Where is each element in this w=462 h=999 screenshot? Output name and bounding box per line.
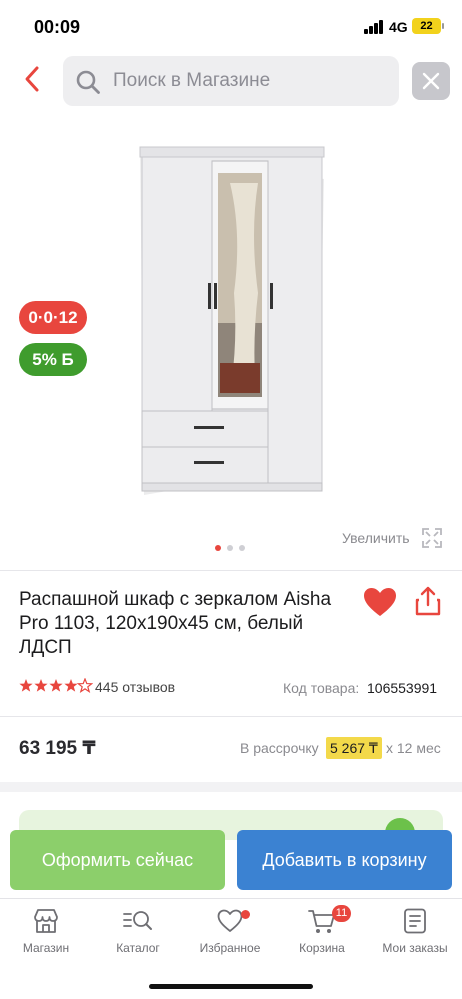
tab-label: Каталог [116, 941, 160, 955]
battery-icon: 22 [412, 18, 444, 34]
catalog-search-icon [123, 911, 152, 930]
gallery-dot[interactable] [239, 545, 245, 551]
gallery-dot-active[interactable] [215, 545, 221, 551]
orders-icon [404, 908, 426, 934]
expand-icon[interactable] [421, 527, 443, 549]
tab-orders[interactable]: Мои заказы [368, 907, 462, 967]
installment-term: х 12 мес [386, 740, 441, 756]
product-price: 63 195 ₸ [19, 738, 96, 759]
zoom-label[interactable]: Увеличить [342, 530, 410, 546]
product-title: Распашной шкаф с зеркалом Aisha Pro 1103… [19, 589, 332, 658]
tab-cart[interactable]: 11 Корзина [276, 905, 368, 967]
rating-row: 445 отзывов Код товара: 106553991 [19, 678, 449, 698]
search-icon [76, 70, 100, 94]
tab-label: Корзина [299, 941, 345, 955]
cart-count-badge: 11 [332, 905, 351, 922]
share-button[interactable] [413, 585, 443, 617]
clear-search-button[interactable] [412, 62, 450, 100]
tab-catalog[interactable]: Каталог [92, 907, 184, 967]
tab-favorites[interactable]: Избранное [184, 907, 276, 967]
notification-dot [241, 910, 250, 919]
heart-outline-icon [217, 909, 243, 932]
status-bar: 00:09 4G 22 [0, 0, 462, 54]
tab-store[interactable]: Магазин [0, 907, 92, 967]
installment-label: В рассрочку [240, 740, 319, 756]
store-icon [34, 909, 58, 933]
favorite-button[interactable] [362, 586, 398, 618]
search-placeholder: Поиск в Магазине [113, 70, 271, 91]
reviews-link[interactable]: 445 отзывов [95, 679, 175, 695]
close-icon [422, 72, 440, 90]
sku-label: Код товара: [283, 680, 360, 696]
status-time: 00:09 [34, 17, 81, 37]
installment-badge: 0·0·12 [19, 301, 87, 334]
back-button[interactable] [18, 64, 48, 94]
home-indicator [149, 984, 313, 989]
tab-label: Избранное [199, 941, 261, 955]
chevron-left-icon [25, 66, 39, 92]
add-to-cart-button[interactable]: Добавить в корзину [237, 830, 452, 890]
gallery-dot[interactable] [227, 545, 233, 551]
signal-icon [364, 20, 384, 34]
divider [0, 570, 462, 571]
product-image[interactable] [134, 143, 329, 503]
buy-now-button[interactable]: Оформить сейчас [10, 830, 225, 890]
gallery-dots[interactable] [215, 545, 255, 551]
tab-label: Магазин [22, 941, 70, 955]
installment-amount: 5 267 ₸ [326, 737, 382, 759]
tab-label: Мои заказы [382, 941, 448, 955]
section-divider [0, 782, 462, 792]
bonus-badge: 5% Б [19, 343, 87, 376]
search-header: Поиск в Магазине [0, 54, 462, 108]
sku-value: 106553991 [367, 680, 438, 696]
search-input[interactable]: Поиск в Магазине [63, 56, 399, 106]
divider [0, 716, 462, 717]
rating-stars-icon[interactable] [19, 678, 93, 694]
network-type: 4G [389, 19, 408, 35]
